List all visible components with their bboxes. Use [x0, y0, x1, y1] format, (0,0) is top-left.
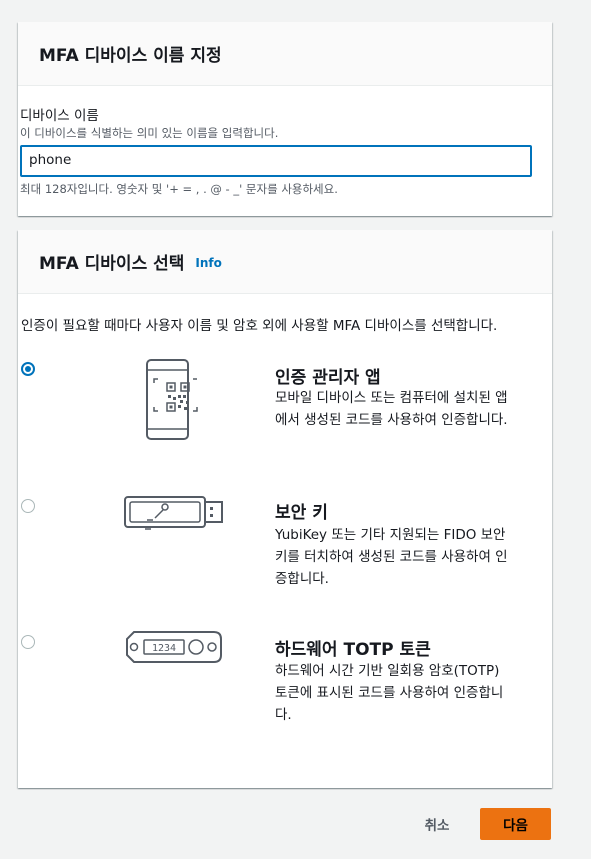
authenticator-app-qr-phone-icon: [146, 359, 198, 440]
radio-security-key[interactable]: [21, 499, 35, 513]
device-name-input[interactable]: [20, 145, 532, 177]
option-description-authenticator-app: 모바일 디바이스 또는 컴퓨터에 설치된 앱에서 생성된 코드를 사용하여 인증…: [275, 390, 508, 428]
device-name-panel-header: MFA 디바이스 이름 지정: [18, 22, 552, 86]
option-description-security-key: YubiKey 또는 기타 지원되는 FIDO 보안 키를 터치하여 생성된 코…: [275, 527, 508, 587]
token-display-digits: 1234: [152, 643, 176, 654]
device-name-label: 디바이스 이름: [20, 108, 99, 124]
device-name-description: 이 디바이스를 식별하는 의미 있는 이름을 입력합니다.: [20, 126, 279, 140]
device-name-panel-title: MFA 디바이스 이름 지정: [39, 46, 222, 66]
radio-authenticator-app[interactable]: [21, 362, 35, 376]
option-title-security-key: 보안 키: [275, 503, 328, 523]
usb-security-key-icon: [124, 496, 223, 530]
radio-hardware-totp-token[interactable]: [21, 635, 35, 649]
mfa-device-select-panel-header: MFA 디바이스 선택 Info: [18, 230, 552, 294]
option-description-hardware-totp-token: 하드웨어 시간 기반 일회용 암호(TOTP) 토큰에 표시된 코드를 사용하여…: [275, 663, 504, 723]
hardware-token-icon: 1234: [126, 631, 222, 663]
option-title-authenticator-app: 인증 관리자 앱: [275, 368, 381, 388]
mfa-device-select-intro: 인증이 필요할 때마다 사용자 이름 및 암호 외에 사용할 MFA 디바이스를…: [21, 318, 498, 334]
next-button[interactable]: 다음: [480, 808, 551, 840]
mfa-device-select-panel-title: MFA 디바이스 선택: [39, 254, 185, 274]
option-title-hardware-totp-token: 하드웨어 TOTP 토큰: [275, 640, 431, 660]
device-name-constraint: 최대 128자입니다. 영숫자 및 '+ = , . @ - _' 문자를 사용…: [20, 182, 338, 196]
info-link[interactable]: Info: [195, 256, 221, 270]
cancel-button[interactable]: 취소: [408, 808, 466, 840]
